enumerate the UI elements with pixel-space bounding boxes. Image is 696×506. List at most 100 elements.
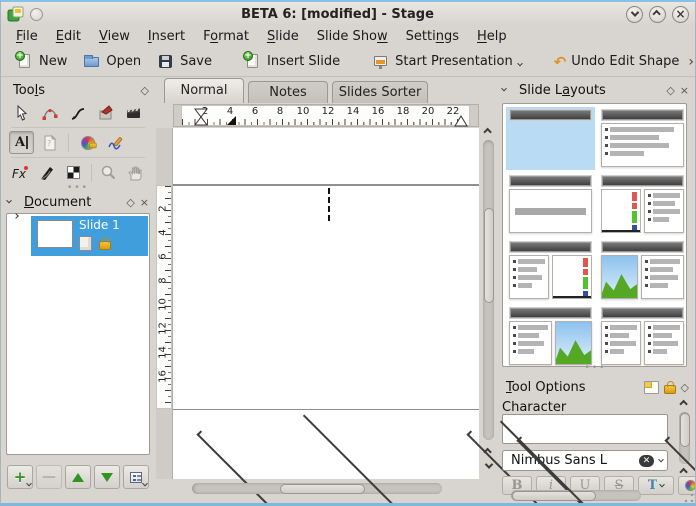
- close-button[interactable]: ×: [672, 6, 689, 23]
- float-docker-icon[interactable]: ◇: [141, 85, 149, 96]
- menu-file[interactable]: File: [7, 27, 47, 46]
- calligraphy-tool-button[interactable]: [35, 161, 58, 184]
- collapse-docker-icon[interactable]: [6, 198, 12, 204]
- artistic-text-tool-button[interactable]: Fx: [9, 161, 32, 184]
- float-docker-icon[interactable]: ◇: [681, 382, 689, 393]
- tool-options-title: Tool Options: [502, 380, 586, 395]
- close-docker-icon[interactable]: ×: [680, 85, 689, 96]
- layout-bullets-and-chart[interactable]: [506, 239, 595, 302]
- collapse-docker-icon[interactable]: [501, 86, 507, 92]
- slide-canvas[interactable]: [173, 128, 479, 479]
- vertical-ruler-scale: 2 4 6 8 10 12 14 16: [156, 185, 172, 409]
- freehand-path-tool-button[interactable]: [103, 131, 128, 154]
- connection-tool-button[interactable]: [65, 101, 90, 124]
- save-button[interactable]: Save: [150, 50, 219, 74]
- right-margin-marker-icon[interactable]: [454, 114, 468, 127]
- tree-expander-icon[interactable]: [13, 213, 19, 219]
- layout-title-chart-and-bullets[interactable]: [598, 173, 687, 236]
- dropdown-arrow-icon[interactable]: [658, 456, 664, 462]
- menu-help[interactable]: Help: [468, 27, 516, 46]
- close-docker-icon[interactable]: ×: [140, 197, 149, 208]
- pattern-edit-tool-button[interactable]: [61, 161, 84, 184]
- open-button[interactable]: Open: [76, 50, 148, 74]
- scrollbar-track[interactable]: [483, 140, 494, 440]
- scroll-left-button[interactable]: [496, 490, 508, 502]
- tools-row-3: Fx: [1, 159, 155, 186]
- tab-notes[interactable]: Notes: [248, 81, 328, 103]
- layout-bullets-and-image[interactable]: [506, 305, 595, 367]
- undo-button[interactable]: ↶ Undo Edit Shape: [547, 51, 687, 73]
- indent-marker-icon[interactable]: [194, 108, 208, 128]
- pin-button[interactable]: [30, 8, 43, 21]
- menu-format[interactable]: Format: [194, 27, 258, 46]
- layout-image-and-bullets[interactable]: [598, 239, 687, 302]
- scrollbar-track[interactable]: [192, 483, 442, 494]
- page-shape-icon: ?: [41, 134, 59, 152]
- scroll-up-button[interactable]: [483, 126, 495, 138]
- fx-icon: Fx: [11, 164, 31, 182]
- docker-splitter[interactable]: •••: [496, 366, 695, 372]
- scrollbar-thumb[interactable]: [280, 484, 365, 494]
- scroll-left-button-2[interactable]: [446, 484, 458, 496]
- start-presentation-button[interactable]: Start Presentation: [365, 50, 529, 74]
- scroll-left-button-2[interactable]: [644, 490, 656, 502]
- animation-tool-button[interactable]: [121, 101, 146, 124]
- remove-slide-button[interactable]: —: [36, 465, 62, 489]
- character-preview-input[interactable]: [502, 414, 668, 444]
- move-slide-up-button[interactable]: [65, 465, 91, 489]
- docker-splitter[interactable]: •••: [1, 186, 155, 192]
- move-slide-down-button[interactable]: [94, 465, 120, 489]
- tab-slides-sorter[interactable]: Slides Sorter: [332, 81, 428, 103]
- minimize-button[interactable]: [626, 6, 643, 23]
- menu-slide-show[interactable]: Slide Show: [308, 27, 397, 46]
- layout-title-only[interactable]: [506, 107, 595, 170]
- float-docker-icon[interactable]: ◇: [666, 85, 674, 96]
- window-titlebar[interactable]: BETA 6: [modified] - Stage ×: [1, 2, 695, 26]
- scrollbar-thumb[interactable]: [512, 491, 596, 501]
- text-tool-button[interactable]: A: [9, 131, 34, 154]
- float-docker-icon[interactable]: ◇: [126, 197, 134, 208]
- dropdown-arrow-icon: [26, 481, 32, 487]
- lock-tool-options-icon[interactable]: [664, 385, 676, 394]
- layout-title-and-bullets[interactable]: [598, 107, 687, 170]
- zoom-tool-button[interactable]: [98, 161, 121, 184]
- pan-tool-button[interactable]: [124, 161, 147, 184]
- resize-grip[interactable]: [684, 493, 694, 503]
- scrollbar-thumb[interactable]: [484, 208, 494, 303]
- margin-marker-icon[interactable]: [226, 115, 237, 126]
- scrollbar-thumb[interactable]: [680, 413, 690, 447]
- color-management-tool-button[interactable]: [75, 131, 100, 154]
- menu-edit[interactable]: Edit: [47, 27, 90, 46]
- menu-slide[interactable]: Slide: [258, 27, 308, 46]
- maximize-button[interactable]: [649, 6, 666, 23]
- canvas-area: Normal Notes Slides Sorter 2 4 6 8 10 12…: [156, 78, 498, 503]
- view-mode-button[interactable]: [123, 465, 149, 489]
- layout-two-bullet-columns[interactable]: [598, 305, 687, 367]
- open-folder-icon: [83, 53, 101, 71]
- toolbar-overflow-button[interactable]: ›: [688, 54, 696, 70]
- insert-slide-button[interactable]: + Insert Slide: [237, 50, 347, 74]
- scroll-up-button[interactable]: [679, 398, 691, 410]
- tab-normal[interactable]: Normal: [164, 78, 244, 103]
- scroll-right-button[interactable]: [460, 484, 472, 496]
- menu-insert[interactable]: Insert: [139, 27, 194, 46]
- interaction-tool-button[interactable]: [9, 101, 34, 124]
- new-button[interactable]: + New: [9, 50, 74, 74]
- dropdown-arrow-icon[interactable]: [517, 60, 523, 66]
- menu-view[interactable]: View: [90, 27, 139, 46]
- image-thumbnail: [601, 255, 638, 299]
- menu-settings[interactable]: Settings: [397, 27, 468, 46]
- layout-title-and-text[interactable]: [506, 173, 595, 236]
- scroll-left-button[interactable]: [176, 484, 188, 496]
- notes-icon[interactable]: [644, 381, 659, 394]
- clear-icon[interactable]: ✕: [639, 455, 654, 467]
- scroll-right-button[interactable]: [657, 490, 669, 502]
- ruler-number: 6: [247, 106, 263, 117]
- edit-path-tool-button[interactable]: [37, 101, 62, 124]
- main-toolbar: + New Open Save + Insert Slide Start Pre…: [1, 47, 695, 77]
- slide-1-row[interactable]: Slide 1: [31, 216, 148, 256]
- add-slide-button[interactable]: +: [7, 465, 33, 489]
- shape-tool-button[interactable]: ?: [37, 131, 62, 154]
- layout-list: [502, 103, 687, 367]
- pattern-select-tool-button[interactable]: [93, 101, 118, 124]
